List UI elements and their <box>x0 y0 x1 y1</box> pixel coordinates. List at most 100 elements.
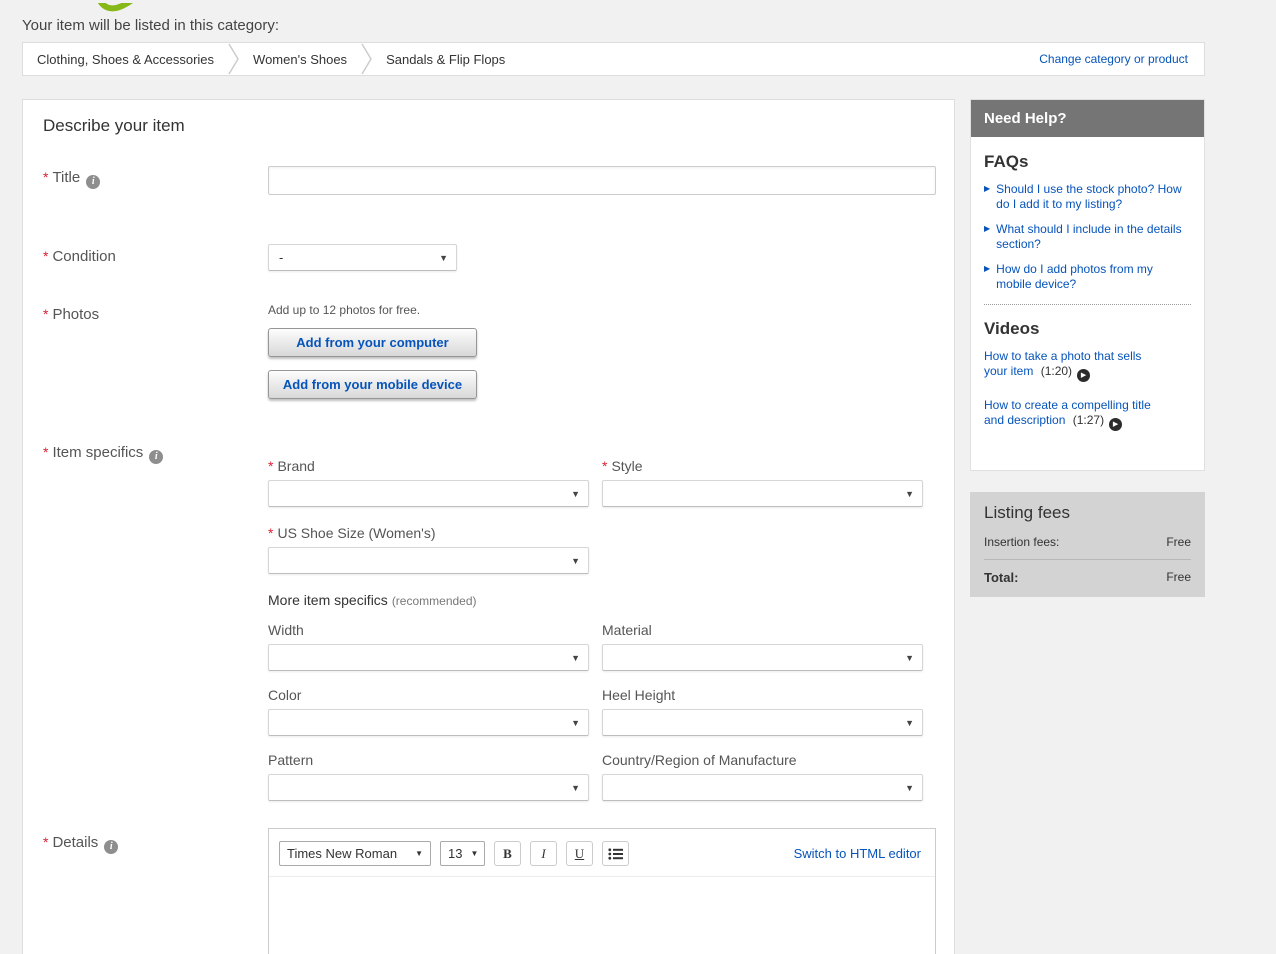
width-label: Width <box>268 622 304 638</box>
video-link[interactable]: How to create a compelling title and des… <box>984 398 1162 431</box>
country-label: Country/Region of Manufacture <box>602 752 797 768</box>
chevron-down-icon: ▼ <box>571 556 580 566</box>
chevron-down-icon: ▼ <box>905 718 914 728</box>
faq-link[interactable]: ▶ What should I include in the details s… <box>984 222 1191 252</box>
total-value: Free <box>1166 570 1191 585</box>
required-marker: * <box>602 458 607 474</box>
editor-toolbar: Times New Roman ▼ 13 ▼ B I U Swi <box>269 829 935 877</box>
play-icon[interactable]: ▶ <box>1077 369 1090 382</box>
chevron-down-icon: ▼ <box>415 849 423 858</box>
insertion-fees-label: Insertion fees: <box>984 535 1059 549</box>
video-duration: (1:27) <box>1073 413 1104 427</box>
font-family-select[interactable]: Times New Roman ▼ <box>279 841 431 866</box>
font-size-select[interactable]: 13 ▼ <box>440 841 485 866</box>
details-editor: Times New Roman ▼ 13 ▼ B I U Swi <box>268 828 936 954</box>
faq-link[interactable]: ▶ How do I add photos from my mobile dev… <box>984 262 1191 292</box>
country-dropdown[interactable]: ▼ <box>602 774 923 801</box>
title-input[interactable] <box>268 166 936 195</box>
bold-button[interactable]: B <box>494 841 521 866</box>
style-dropdown[interactable]: ▼ <box>602 480 923 507</box>
total-fees-row: Total: Free <box>984 570 1191 585</box>
bullet-list-button[interactable] <box>602 841 629 866</box>
bullet-list-icon <box>608 848 623 860</box>
insertion-fees-value: Free <box>1166 535 1191 549</box>
chevron-down-icon: ▼ <box>571 653 580 663</box>
condition-label: *Condition <box>43 248 116 265</box>
breadcrumb-item[interactable]: Clothing, Shoes & Accessories <box>23 52 228 67</box>
required-marker: * <box>43 444 48 460</box>
brand-dropdown[interactable]: ▼ <box>268 480 589 507</box>
photos-hint: Add up to 12 photos for free. <box>268 303 420 317</box>
required-marker: * <box>268 525 273 541</box>
category-notice: Your item will be listed in this categor… <box>22 17 279 34</box>
insertion-fees-row: Insertion fees: Free <box>984 535 1191 549</box>
video-duration: (1:20) <box>1041 364 1072 378</box>
color-label: Color <box>268 687 301 703</box>
material-label: Material <box>602 622 652 638</box>
underline-button[interactable]: U <box>566 841 593 866</box>
pattern-dropdown[interactable]: ▼ <box>268 774 589 801</box>
add-from-mobile-button[interactable]: Add from your mobile device <box>268 370 477 399</box>
describe-item-card: Describe your item *Titlei *Condition - … <box>22 99 955 954</box>
title-label: *Titlei <box>43 169 100 189</box>
need-help-panel: Need Help? FAQs ▶ Should I use the stock… <box>970 99 1205 471</box>
breadcrumb-chevron-icon <box>361 43 372 75</box>
breadcrumb: Clothing, Shoes & Accessories Women's Sh… <box>22 42 1205 76</box>
material-dropdown[interactable]: ▼ <box>602 644 923 671</box>
faq-arrow-icon: ▶ <box>984 182 990 212</box>
condition-value: - <box>279 250 283 265</box>
heel-height-dropdown[interactable]: ▼ <box>602 709 923 736</box>
required-marker: * <box>43 248 48 264</box>
chevron-down-icon: ▼ <box>571 718 580 728</box>
pattern-label: Pattern <box>268 752 313 768</box>
more-item-specifics: More item specifics(recommended) <box>268 592 477 608</box>
condition-dropdown[interactable]: - ▼ <box>268 244 457 271</box>
recommended-note: (recommended) <box>392 594 477 608</box>
info-icon[interactable]: i <box>104 840 118 854</box>
details-textarea[interactable] <box>269 877 935 954</box>
listing-fees-heading: Listing fees <box>984 503 1191 523</box>
chevron-down-icon: ▼ <box>571 783 580 793</box>
listing-fees-panel: Listing fees Insertion fees: Free Total:… <box>970 492 1205 597</box>
italic-button[interactable]: I <box>530 841 557 866</box>
photos-label: *Photos <box>43 306 99 323</box>
section-title: Describe your item <box>43 116 185 136</box>
breadcrumb-item[interactable]: Sandals & Flip Flops <box>372 52 519 67</box>
chevron-down-icon: ▼ <box>905 653 914 663</box>
faq-link[interactable]: ▶ Should I use the stock photo? How do I… <box>984 182 1191 212</box>
ebay-logo-fragment <box>96 0 138 18</box>
listing-page: Your item will be listed in this categor… <box>0 0 1276 954</box>
play-icon[interactable]: ▶ <box>1109 418 1122 431</box>
color-dropdown[interactable]: ▼ <box>268 709 589 736</box>
width-dropdown[interactable]: ▼ <box>268 644 589 671</box>
chevron-down-icon: ▼ <box>439 253 448 263</box>
videos-heading: Videos <box>984 319 1191 339</box>
item-specifics-label: *Item specificsi <box>43 444 163 464</box>
divider <box>984 304 1191 305</box>
required-marker: * <box>43 169 48 185</box>
brand-label: *Brand <box>268 458 315 474</box>
switch-html-editor-link[interactable]: Switch to HTML editor <box>794 846 925 861</box>
required-marker: * <box>43 306 48 322</box>
video-link[interactable]: How to take a photo that sells your item… <box>984 349 1162 382</box>
info-icon[interactable]: i <box>86 175 100 189</box>
heel-height-label: Heel Height <box>602 687 675 703</box>
faq-arrow-icon: ▶ <box>984 222 990 252</box>
details-label: *Detailsi <box>43 834 118 854</box>
chevron-down-icon: ▼ <box>571 489 580 499</box>
change-category-link[interactable]: Change category or product <box>1039 52 1204 66</box>
chevron-down-icon: ▼ <box>905 783 914 793</box>
required-marker: * <box>268 458 273 474</box>
shoe-size-dropdown[interactable]: ▼ <box>268 547 589 574</box>
add-from-computer-button[interactable]: Add from your computer <box>268 328 477 357</box>
total-label: Total: <box>984 570 1018 585</box>
divider <box>984 559 1191 560</box>
style-label: *Style <box>602 458 643 474</box>
breadcrumb-chevron-icon <box>228 43 239 75</box>
chevron-down-icon: ▼ <box>905 489 914 499</box>
info-icon[interactable]: i <box>149 450 163 464</box>
need-help-header: Need Help? <box>971 100 1204 137</box>
chevron-down-icon: ▼ <box>470 849 478 858</box>
required-marker: * <box>43 834 48 850</box>
breadcrumb-item[interactable]: Women's Shoes <box>239 52 361 67</box>
